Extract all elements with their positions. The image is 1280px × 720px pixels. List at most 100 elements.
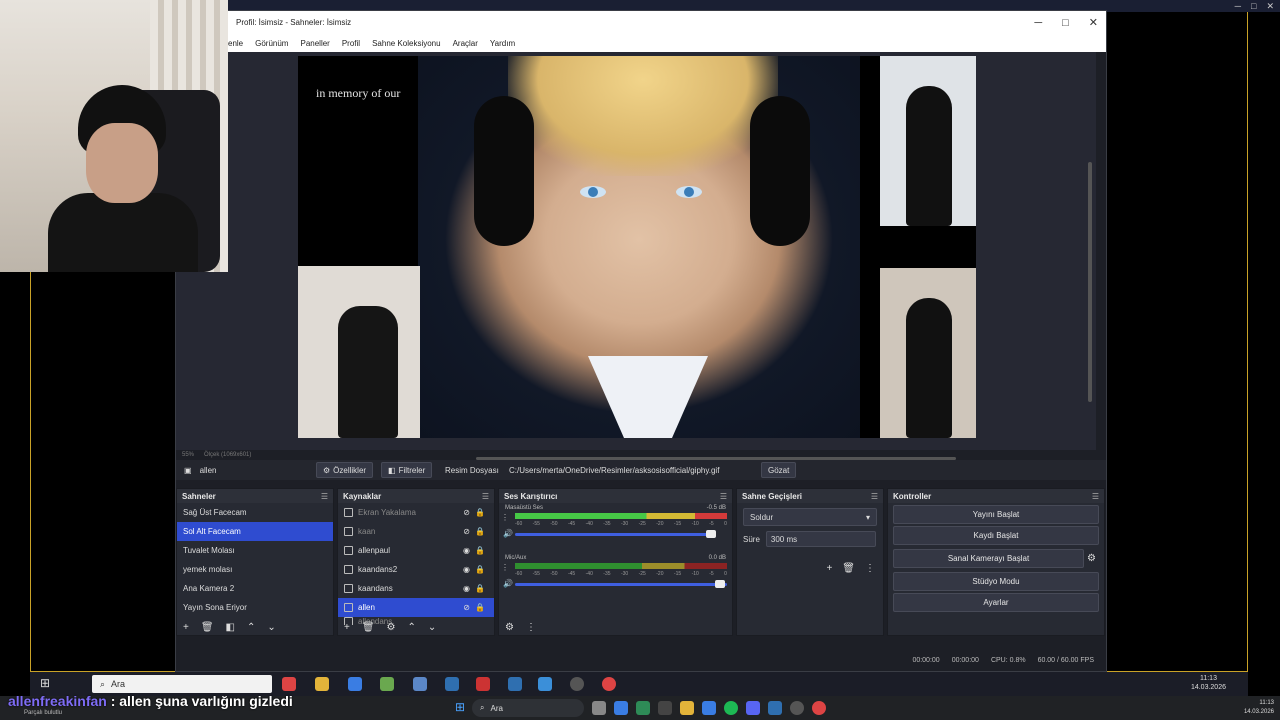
eye-icon[interactable]: ◉ — [463, 546, 470, 555]
start-streaming-button[interactable]: Yayını Başlat — [893, 505, 1099, 524]
dock-menu-icon[interactable]: ☰ — [871, 492, 878, 501]
source-item[interactable]: allenpaul ◉ 🔒 — [338, 541, 494, 560]
add-scene-icon[interactable]: + — [183, 622, 189, 633]
remove-transition-icon[interactable]: 🗑 — [842, 563, 855, 574]
lock-icon[interactable]: 🔒 — [475, 508, 485, 517]
app-icon[interactable] — [538, 677, 552, 691]
dock-menu-icon[interactable]: ☰ — [1092, 492, 1099, 501]
volume-knob[interactable] — [706, 530, 716, 538]
app-icon[interactable] — [380, 677, 394, 691]
studio-mode-button[interactable]: Stüdyo Modu — [893, 572, 1099, 591]
source-item[interactable]: kaandans ◉ 🔒 — [338, 579, 494, 598]
spotify-icon[interactable] — [724, 701, 738, 715]
menu-item-tools[interactable]: Araçlar — [453, 39, 478, 48]
lock-icon[interactable]: 🔒 — [475, 565, 485, 574]
xbox-icon[interactable] — [636, 701, 650, 715]
menu-item-view[interactable]: Görünüm — [255, 39, 288, 48]
maximize-icon[interactable]: □ — [1251, 1, 1256, 11]
menu-item[interactable]: enle — [228, 39, 243, 48]
move-up-icon[interactable]: ⌃ — [247, 622, 255, 633]
folder-icon[interactable] — [680, 701, 694, 715]
inner-clock[interactable]: 11:13 14.03.2026 — [1191, 674, 1226, 692]
app-icon[interactable] — [658, 701, 672, 715]
volume-slider[interactable] — [515, 533, 711, 536]
steam-icon[interactable] — [508, 677, 522, 691]
menu-item-profile[interactable]: Profil — [342, 39, 360, 48]
steam-icon[interactable] — [768, 701, 782, 715]
volume-slider[interactable] — [515, 583, 727, 586]
move-down-icon[interactable]: ⌄ — [267, 622, 275, 633]
vertical-scrollbar[interactable] — [1088, 162, 1092, 402]
inner-search-box[interactable]: ⌕ Ara — [92, 675, 272, 693]
steam-icon[interactable] — [445, 677, 459, 691]
scene-item[interactable]: yemek molası — [177, 560, 333, 579]
scene-item[interactable]: Ana Kamera 2 — [177, 579, 333, 598]
start-virtual-camera-button[interactable]: Sanal Kamerayı Başlat — [893, 549, 1085, 568]
store-icon[interactable] — [348, 677, 362, 691]
mixer-menu-icon[interactable]: ⋮ — [526, 622, 536, 633]
duration-input[interactable]: 300 ms — [765, 531, 876, 547]
source-item[interactable]: kaan ⊘ 🔒 — [338, 522, 494, 541]
minimize-icon[interactable]: ─ — [1235, 1, 1241, 11]
dock-menu-icon[interactable]: ☰ — [321, 492, 328, 501]
lock-icon[interactable]: 🔒 — [475, 527, 485, 536]
transition-select[interactable]: Soldur ▾ — [743, 508, 877, 526]
source-item-selected[interactable]: allen ⊘ 🔒 — [338, 598, 494, 617]
browse-button[interactable]: Gözat — [761, 462, 797, 478]
store-icon[interactable] — [702, 701, 716, 715]
preview-canvas[interactable]: in memory of our — [298, 56, 976, 438]
remove-source-icon[interactable]: 🗑 — [362, 622, 375, 633]
close-icon[interactable]: ✕ — [1089, 16, 1098, 29]
windows-start-icon[interactable]: ⊞ — [455, 700, 465, 714]
maximize-icon[interactable]: □ — [1062, 17, 1069, 29]
obs-icon[interactable] — [570, 677, 584, 691]
source-item[interactable]: kaandans2 ◉ 🔒 — [338, 560, 494, 579]
scene-item[interactable]: Yayın Sona Eriyor — [177, 598, 333, 617]
lock-icon[interactable]: 🔒 — [475, 546, 485, 555]
scene-item[interactable]: Sağ Üst Facecam — [177, 503, 333, 522]
move-down-icon[interactable]: ⌄ — [428, 622, 436, 633]
eye-hidden-icon[interactable]: ⊘ — [463, 603, 470, 612]
eye-hidden-icon[interactable]: ⊘ — [463, 508, 470, 517]
move-up-icon[interactable]: ⌃ — [408, 622, 416, 633]
scene-filters-icon[interactable]: ◧ — [226, 622, 235, 633]
outer-search-box[interactable]: ⌕ Ara — [472, 699, 584, 717]
settings-button[interactable]: Ayarlar — [893, 593, 1099, 612]
menu-item-help[interactable]: Yardım — [490, 39, 515, 48]
add-source-icon[interactable]: + — [344, 622, 350, 633]
start-recording-button[interactable]: Kaydı Başlat — [893, 526, 1099, 545]
image-path[interactable]: C:/Users/merta/OneDrive/Resimler/asksosi… — [509, 466, 719, 475]
app-icon[interactable] — [413, 677, 427, 691]
lock-icon[interactable]: 🔒 — [475, 603, 485, 612]
add-transition-icon[interactable]: + — [826, 563, 832, 574]
folder-icon[interactable] — [315, 677, 329, 691]
app-icon[interactable] — [476, 677, 490, 691]
channel-menu-icon[interactable]: ⋮ — [501, 513, 509, 522]
windows-start-icon[interactable]: ⊞ — [40, 676, 50, 690]
gear-icon[interactable]: ⚙ — [1087, 553, 1096, 564]
eye-icon[interactable]: ◉ — [463, 584, 470, 593]
scene-item[interactable]: Tuvalet Molası — [177, 541, 333, 560]
outer-clock[interactable]: 11:13 14.03.2026 — [1244, 699, 1274, 717]
chrome-icon[interactable] — [602, 677, 616, 691]
properties-button[interactable]: ⚙ Özellikler — [316, 462, 374, 478]
scene-item-selected[interactable]: Sol Alt Facecam — [177, 522, 333, 541]
discord-icon[interactable] — [746, 701, 760, 715]
remove-scene-icon[interactable]: 🗑 — [201, 622, 214, 633]
close-icon[interactable]: ✕ — [1266, 1, 1274, 12]
chrome-icon[interactable] — [812, 701, 826, 715]
eye-icon[interactable]: ◉ — [463, 565, 470, 574]
app-icon[interactable] — [614, 701, 628, 715]
source-item[interactable]: Ekran Yakalama ⊘ 🔒 — [338, 503, 494, 522]
speaker-icon[interactable]: 🔊 — [503, 529, 513, 538]
volume-knob[interactable] — [715, 580, 725, 588]
chrome-icon[interactable] — [282, 677, 296, 691]
dock-menu-icon[interactable]: ☰ — [482, 492, 489, 501]
channel-menu-icon[interactable]: ⋮ — [501, 563, 509, 572]
speaker-icon[interactable]: 🔊 — [503, 579, 513, 588]
menu-item-scene-collection[interactable]: Sahne Koleksiyonu — [372, 39, 441, 48]
task-view-icon[interactable] — [592, 701, 606, 715]
source-properties-icon[interactable]: ⚙ — [387, 622, 396, 633]
filters-button[interactable]: ◧ Filtreler — [381, 462, 433, 478]
advanced-audio-icon[interactable]: ⚙ — [505, 622, 514, 633]
